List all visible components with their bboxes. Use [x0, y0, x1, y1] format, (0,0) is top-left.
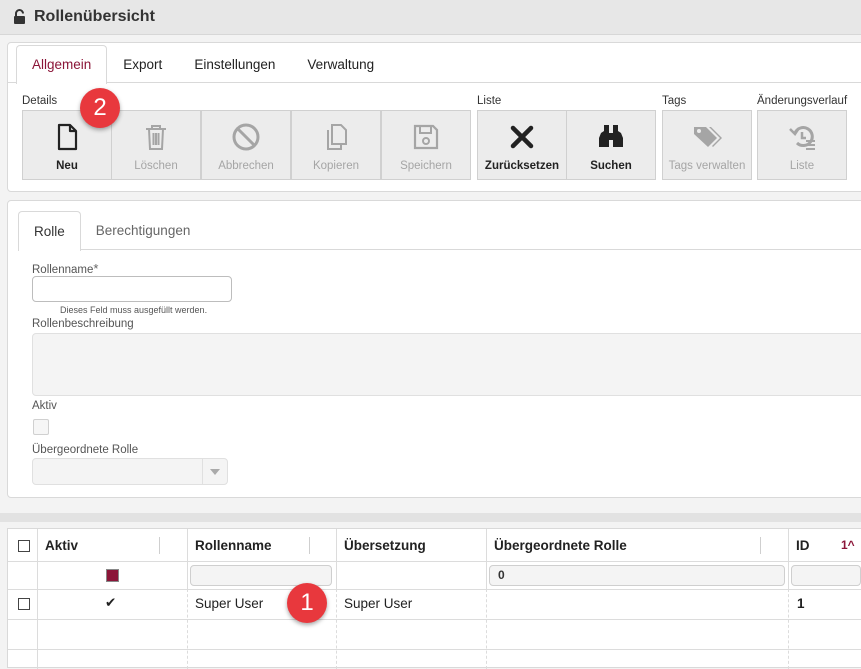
- column-resizer[interactable]: [309, 537, 310, 554]
- column-header-id[interactable]: ID: [796, 529, 810, 562]
- panel-splitter[interactable]: [0, 513, 861, 522]
- column-divider: [486, 529, 487, 589]
- new-button-label: Neu: [56, 160, 78, 172]
- uebergeordnete-rolle-label: Übergeordnete Rolle: [32, 444, 139, 456]
- tab-einstellungen[interactable]: Einstellungen: [178, 45, 291, 83]
- copy-icon: [327, 124, 347, 150]
- row-divider: [8, 649, 861, 650]
- sort-indicator[interactable]: 1^: [841, 529, 855, 562]
- close-x-icon: [510, 125, 534, 149]
- role-form-panel: Rolle Berechtigungen Rollenname* Dieses …: [7, 200, 861, 498]
- column-divider: [336, 529, 337, 589]
- unlock-icon: [14, 9, 25, 24]
- trash-icon: [146, 125, 166, 150]
- tab-allgemein[interactable]: Allgemein: [16, 45, 108, 84]
- menu-tabs: Allgemein Export Einstellungen Verwaltun…: [16, 45, 390, 84]
- column-divider: [788, 529, 789, 589]
- step-marker: 2: [80, 88, 120, 128]
- save-icon: [413, 124, 439, 150]
- copy-button-label: Kopieren: [312, 160, 360, 172]
- cancel-button[interactable]: Abbrechen: [201, 110, 291, 180]
- row-select-checkbox[interactable]: [18, 598, 30, 610]
- history-list-button[interactable]: Liste: [757, 110, 847, 180]
- aktiv-check-icon: ✔: [105, 595, 117, 610]
- save-button-label: Speichern: [400, 160, 452, 172]
- cancel-icon: [232, 123, 260, 151]
- column-divider: [187, 529, 188, 589]
- reset-button[interactable]: Zurücksetzen: [477, 110, 567, 180]
- roles-grid: Aktiv Rollenname Übersetzung Übergeordne…: [7, 528, 861, 669]
- step-marker: 1: [287, 583, 327, 623]
- tab-berechtigungen[interactable]: Berechtigungen: [81, 211, 206, 250]
- uebergeordnete-rolle-select[interactable]: [32, 458, 228, 485]
- document-icon: [57, 123, 78, 151]
- rollenname-hint: Dieses Feld muss ausgefüllt werden.: [60, 305, 208, 315]
- cell-id: 1: [797, 596, 805, 611]
- column-header-aktiv[interactable]: Aktiv: [45, 529, 78, 562]
- column-header-rollenname[interactable]: Rollenname: [195, 529, 272, 562]
- column-resizer[interactable]: [760, 537, 761, 554]
- copy-button[interactable]: Kopieren: [291, 110, 381, 180]
- save-button[interactable]: Speichern: [381, 110, 471, 180]
- aktiv-label: Aktiv: [32, 400, 57, 412]
- filter-divider: [8, 589, 861, 590]
- rollenbeschreibung-textarea[interactable]: [32, 333, 861, 396]
- tab-export[interactable]: Export: [107, 45, 178, 83]
- rollenname-input[interactable]: [32, 276, 232, 302]
- select-all-checkbox[interactable]: [18, 540, 30, 552]
- history-list-icon: [789, 126, 815, 150]
- id-filter-input[interactable]: [791, 565, 861, 586]
- rollenname-label-wrap: Rollenname*: [32, 261, 98, 276]
- group-label-history: Änderungsverlauf: [757, 95, 848, 107]
- uebergeordnete-rolle-filter-input[interactable]: 0: [489, 565, 785, 586]
- required-marker: *: [93, 261, 99, 276]
- column-header-uebergeordnete-rolle[interactable]: Übergeordnete Rolle: [494, 529, 627, 562]
- form-tabs: Rolle Berechtigungen: [18, 211, 206, 251]
- reset-button-label: Zurücksetzen: [484, 160, 560, 172]
- binoculars-icon: [599, 125, 623, 147]
- column-divider: [336, 589, 337, 669]
- column-divider: [788, 589, 789, 669]
- group-label-liste: Liste: [477, 95, 502, 107]
- manage-tags-button[interactable]: Tags verwalten: [662, 110, 752, 180]
- aktiv-filter-checkbox[interactable]: [106, 569, 119, 582]
- column-divider: [486, 589, 487, 669]
- toolbar-panel: Allgemein Export Einstellungen Verwaltun…: [7, 42, 861, 192]
- tags-icon: [694, 127, 722, 147]
- group-label-tags: Tags: [662, 95, 687, 107]
- cell-rollenname: Super User: [195, 596, 264, 611]
- delete-button[interactable]: Löschen: [111, 110, 201, 180]
- column-resizer[interactable]: [159, 537, 160, 554]
- chevron-down-icon[interactable]: [202, 459, 227, 484]
- column-header-uebersetzung[interactable]: Übersetzung: [344, 529, 426, 562]
- search-button[interactable]: Suchen: [566, 110, 656, 180]
- search-button-label: Suchen: [590, 160, 632, 172]
- cell-uebersetzung: Super User: [344, 596, 413, 611]
- title-bar: Rollenübersicht: [0, 0, 861, 35]
- tab-verwaltung[interactable]: Verwaltung: [291, 45, 390, 83]
- aktiv-checkbox[interactable]: [33, 419, 49, 435]
- history-list-button-label: Liste: [789, 160, 815, 172]
- rollenname-label: Rollenname: [32, 264, 94, 276]
- rollenbeschreibung-label: Rollenbeschreibung: [32, 318, 134, 330]
- column-divider: [37, 529, 38, 669]
- manage-tags-button-label: Tags verwalten: [668, 160, 746, 172]
- cancel-button-label: Abbrechen: [218, 160, 274, 172]
- page-title: Rollenübersicht: [34, 8, 155, 25]
- group-label-details: Details: [22, 95, 58, 107]
- header-divider: [8, 561, 861, 562]
- column-divider: [187, 589, 188, 669]
- row-divider: [8, 619, 861, 620]
- tab-rolle[interactable]: Rolle: [18, 211, 81, 251]
- delete-button-label: Löschen: [134, 160, 178, 172]
